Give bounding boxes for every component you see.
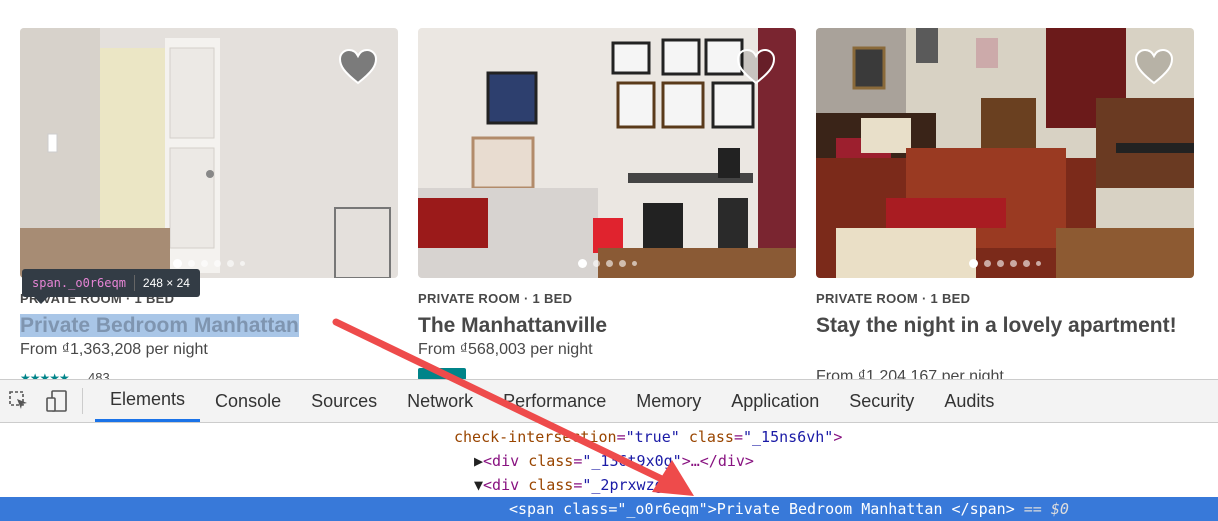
tab-security[interactable]: Security (834, 380, 929, 422)
attr-name: check-intersection (454, 428, 617, 446)
listing-title[interactable]: Private Bedroom Manhattan (20, 312, 398, 339)
selected-node-marker: == $0 (1023, 500, 1069, 518)
listing-card-3[interactable]: PRIVATE ROOM · 1 BED Stay the night in a… (816, 28, 1194, 339)
devtools-tabbar: Elements Console Sources Network Perform… (0, 380, 1218, 423)
listing-title[interactable]: The Manhattanville (418, 312, 796, 339)
listing-card-1[interactable]: PRIVATE ROOM · 1 BED Private Bedroom Man… (20, 28, 398, 359)
attr-value: "_15ns6vh" (743, 428, 834, 446)
carousel-dot[interactable] (577, 259, 587, 268)
carousel-dot[interactable] (997, 260, 1004, 267)
tab-console[interactable]: Console (200, 380, 296, 422)
tooltip-selector: span._o0r6eqm (32, 276, 126, 290)
listing-card-2[interactable]: PRIVATE ROOM · 1 BED The Manhattanville … (418, 28, 796, 359)
dom-line[interactable]: check-intersection="true" class="_15ns6v… (454, 425, 842, 449)
carousel-dots[interactable] (816, 259, 1194, 268)
tab-elements[interactable]: Elements (95, 380, 201, 422)
carousel-dot[interactable] (214, 260, 221, 267)
listing-photo[interactable] (20, 28, 398, 278)
tab-performance[interactable]: Performance (488, 380, 621, 422)
carousel-dot[interactable] (984, 260, 991, 267)
carousel-dot[interactable] (969, 259, 978, 268)
expand-triangle-icon[interactable]: ▶ (474, 452, 483, 470)
collapse-triangle-icon[interactable]: ▼ (474, 476, 483, 494)
devtools-panel: Elements Console Sources Network Perform… (0, 379, 1218, 521)
carousel-dot[interactable] (618, 260, 626, 267)
tab-application[interactable]: Application (716, 380, 834, 422)
attr-value: "_o0r6eqm" (617, 500, 708, 518)
inspect-element-icon[interactable] (0, 380, 38, 422)
carousel-dot[interactable] (201, 260, 208, 267)
listing-photo[interactable] (816, 28, 1194, 278)
listing-price: From ₫568,003 per night (418, 341, 593, 358)
carousel-dots[interactable] (418, 259, 796, 268)
heart-icon[interactable] (1134, 48, 1174, 86)
listing-kicker: PRIVATE ROOM · 1 BED (418, 291, 573, 306)
tab-sources[interactable]: Sources (296, 380, 392, 422)
carousel-dot[interactable] (1010, 260, 1017, 267)
carousel-dot[interactable] (631, 261, 637, 266)
listing-title-text[interactable]: Private Bedroom Manhattan (20, 314, 299, 337)
listing-price: From ₫1,363,208 per night (20, 341, 208, 358)
listing-photo[interactable] (418, 28, 796, 278)
device-toolbar-icon[interactable] (38, 380, 76, 422)
heart-icon[interactable] (338, 48, 378, 86)
tabbar-divider (82, 388, 83, 414)
carousel-dot[interactable] (173, 259, 182, 268)
carousel-dot[interactable] (592, 260, 600, 267)
attr-value: "true" (625, 428, 680, 446)
attr-value: "_136t9x0g" (582, 452, 682, 470)
attr-name: class (688, 428, 734, 446)
listing-title[interactable]: Stay the night in a lovely apartment! (816, 312, 1194, 339)
carousel-dot[interactable] (240, 261, 245, 266)
carousel-dots[interactable] (20, 259, 398, 268)
inspector-tooltip: span._o0r6eqm 248 × 24 (22, 269, 200, 297)
dom-line-selected[interactable]: <span class="_o0r6eqm">Private Bedroom M… (0, 497, 1218, 521)
attr-value: "_2prxwzg" (582, 476, 673, 494)
carousel-dot[interactable] (227, 260, 234, 267)
carousel-dot[interactable] (188, 260, 195, 267)
tab-memory[interactable]: Memory (621, 380, 716, 422)
tooltip-arrow (34, 297, 48, 304)
tab-audits[interactable]: Audits (929, 380, 1009, 422)
tooltip-dimensions: 248 × 24 (142, 276, 190, 290)
dom-line[interactable]: ▶<div class="_136t9x0g">…</div> (474, 449, 754, 473)
carousel-dot[interactable] (605, 260, 613, 267)
dom-line[interactable]: ▼<div class="_2prxwzg"> (474, 473, 682, 497)
heart-icon[interactable] (736, 48, 776, 86)
tooltip-divider (133, 275, 135, 291)
tab-network[interactable]: Network (392, 380, 488, 422)
carousel-dot[interactable] (1036, 261, 1041, 266)
node-text: Private Bedroom Manhattan (716, 500, 952, 518)
carousel-dot[interactable] (1023, 260, 1030, 267)
listing-kicker: PRIVATE ROOM · 1 BED (816, 291, 971, 306)
